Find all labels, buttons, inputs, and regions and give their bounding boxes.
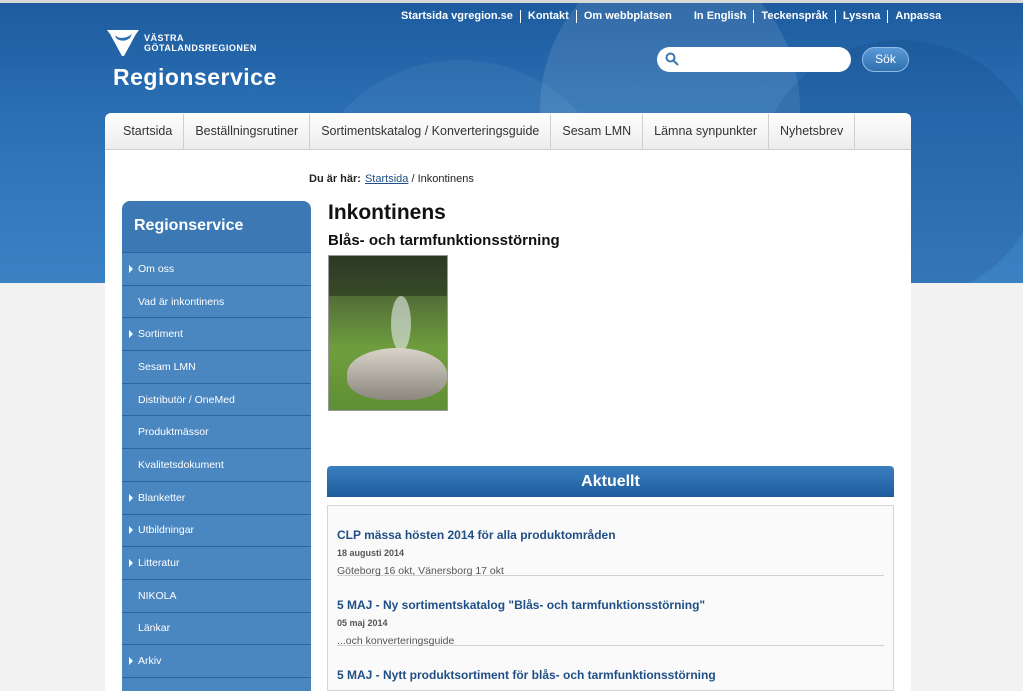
nav-item-nyhetsbrev[interactable]: Nyhetsbrev <box>769 113 856 149</box>
news-item: 5 MAJ - Nytt produktsortiment för blås- … <box>337 646 884 691</box>
sidebar-item-vad-ar-inkontinens[interactable]: Vad är inkontinens <box>122 284 311 318</box>
sidebar-item-label: Sortiment <box>138 328 183 341</box>
sidebar-item-litteratur[interactable]: Litteratur <box>122 546 311 579</box>
breadcrumb-separator: / <box>408 173 418 185</box>
top-link-in-english[interactable]: In English <box>687 10 755 23</box>
news-title-link[interactable]: 5 MAJ - Ny sortimentskatalog "Blås- och … <box>337 598 884 612</box>
news-title-link[interactable]: 5 MAJ - Nytt produktsortiment för blås- … <box>337 668 884 682</box>
news-list: CLP mässa hösten 2014 för alla produktom… <box>327 505 894 691</box>
photo-water-spray <box>391 296 411 351</box>
sidebar-item-label: Blanketter <box>138 491 186 504</box>
sidebar-item-label: Distributör / OneMed <box>138 393 235 406</box>
news-date: 18 augusti 2014 <box>337 548 405 558</box>
sidebar-item-label: Sesam LMN <box>138 360 196 373</box>
sidebar-item-label: Arkiv <box>138 655 162 668</box>
sidebar-item-distributor[interactable]: Distributör / OneMed <box>122 382 311 416</box>
expand-arrow-icon <box>129 559 133 568</box>
nav-item-lamna-synpunkter[interactable]: Lämna synpunkter <box>643 113 769 149</box>
sidebar-item-nikola[interactable]: NIKOLA <box>122 578 311 612</box>
news-item: 5 MAJ - Ny sortimentskatalog "Blås- och … <box>337 576 884 647</box>
sidebar-item-label: Produktmässor <box>138 426 209 439</box>
sidebar-item-label: Kvalitetsdokument <box>138 458 224 471</box>
sidebar-item-om-oss[interactable]: Om oss <box>122 252 311 285</box>
vgr-logo-icon <box>106 28 140 58</box>
expand-arrow-icon <box>129 330 133 339</box>
page-title: Inkontinens <box>328 201 446 224</box>
sidebar-item-label: Litteratur <box>138 557 180 570</box>
news-item: CLP mässa hösten 2014 för alla produktom… <box>337 506 884 577</box>
sidebar-item-kvalitetsdokument[interactable]: Kvalitetsdokument <box>122 448 311 481</box>
top-link-lyssna[interactable]: Lyssna <box>836 10 889 23</box>
sidebar-item-blanketter[interactable]: Blanketter <box>122 480 311 514</box>
news-heading: Aktuellt <box>327 466 894 497</box>
site-name[interactable]: Regionservice <box>113 64 277 91</box>
search-icon <box>665 52 679 66</box>
logo-text: VÄSTRA GÖTALANDSREGIONEN <box>144 33 257 53</box>
expand-arrow-icon <box>129 657 133 666</box>
sidebar-item-utbildningar[interactable]: Utbildningar <box>122 513 311 547</box>
sidebar-item-sesam-lmn[interactable]: Sesam LMN <box>122 350 311 383</box>
vgr-logo[interactable]: VÄSTRA GÖTALANDSREGIONEN <box>106 28 257 58</box>
nav-item-sortimentskatalog[interactable]: Sortimentskatalog / Konverteringsguide <box>310 113 552 149</box>
top-links: Startsida vgregion.se Kontakt Om webbpla… <box>394 10 948 23</box>
news-date: 05 maj 2014 <box>337 618 388 628</box>
sidebar-item-produktmassor[interactable]: Produktmässor <box>122 415 311 449</box>
expand-arrow-icon <box>129 493 133 502</box>
sidebar-item-sortiment[interactable]: Sortiment <box>122 317 311 351</box>
nav-item-bestallningsrutiner[interactable]: Beställningsrutiner <box>184 113 311 149</box>
main-nav: Startsida Beställningsrutiner Sortiments… <box>105 113 911 150</box>
top-link-kontakt[interactable]: Kontakt <box>521 10 577 23</box>
sidebar-item-label: Utbildningar <box>138 524 195 537</box>
top-link-vgregion[interactable]: Startsida vgregion.se <box>394 10 521 23</box>
sidebar-item-arkiv[interactable]: Arkiv <box>122 644 311 677</box>
search-button[interactable]: Sök <box>862 47 909 72</box>
top-link-anpassa[interactable]: Anpassa <box>888 10 948 23</box>
breadcrumb: Du är här: Startsida / Inkontinens <box>309 173 474 185</box>
nav-item-startsida[interactable]: Startsida <box>112 113 185 149</box>
sidebar: Regionservice Om oss Vad är inkontinens … <box>122 201 311 691</box>
top-border <box>0 0 1023 3</box>
sidebar-item-lankar[interactable]: Länkar <box>122 611 311 645</box>
sidebar-item-label: Länkar <box>138 622 171 635</box>
sidebar-item-label: Om oss <box>138 262 175 275</box>
sidebar-title[interactable]: Regionservice <box>122 201 311 252</box>
fountain-photo <box>328 255 448 411</box>
breadcrumb-current: Inkontinens <box>417 173 474 185</box>
page-subtitle: Blås- och tarmfunktionsstörning <box>328 232 560 249</box>
expand-arrow-icon <box>129 526 133 535</box>
logo-line-1: VÄSTRA <box>144 33 185 43</box>
top-link-teckensprak[interactable]: Teckenspråk <box>754 10 836 23</box>
nav-item-sesam-lmn[interactable]: Sesam LMN <box>551 113 644 149</box>
breadcrumb-home-link[interactable]: Startsida <box>365 173 408 185</box>
photo-rock <box>347 348 447 400</box>
news-title-link[interactable]: CLP mässa hösten 2014 för alla produktom… <box>337 528 884 542</box>
sidebar-item-label: Vad är inkontinens <box>138 295 225 308</box>
photo-background <box>329 256 447 296</box>
sidebar-item-label: NIKOLA <box>138 589 177 602</box>
top-link-om-webbplatsen[interactable]: Om webbplatsen <box>577 10 679 23</box>
logo-line-2: GÖTALANDSREGIONEN <box>144 43 257 53</box>
sidebar-item-partial[interactable] <box>122 676 311 691</box>
expand-arrow-icon <box>129 264 133 273</box>
search-input[interactable] <box>657 47 851 72</box>
breadcrumb-label: Du är här: <box>309 173 361 185</box>
